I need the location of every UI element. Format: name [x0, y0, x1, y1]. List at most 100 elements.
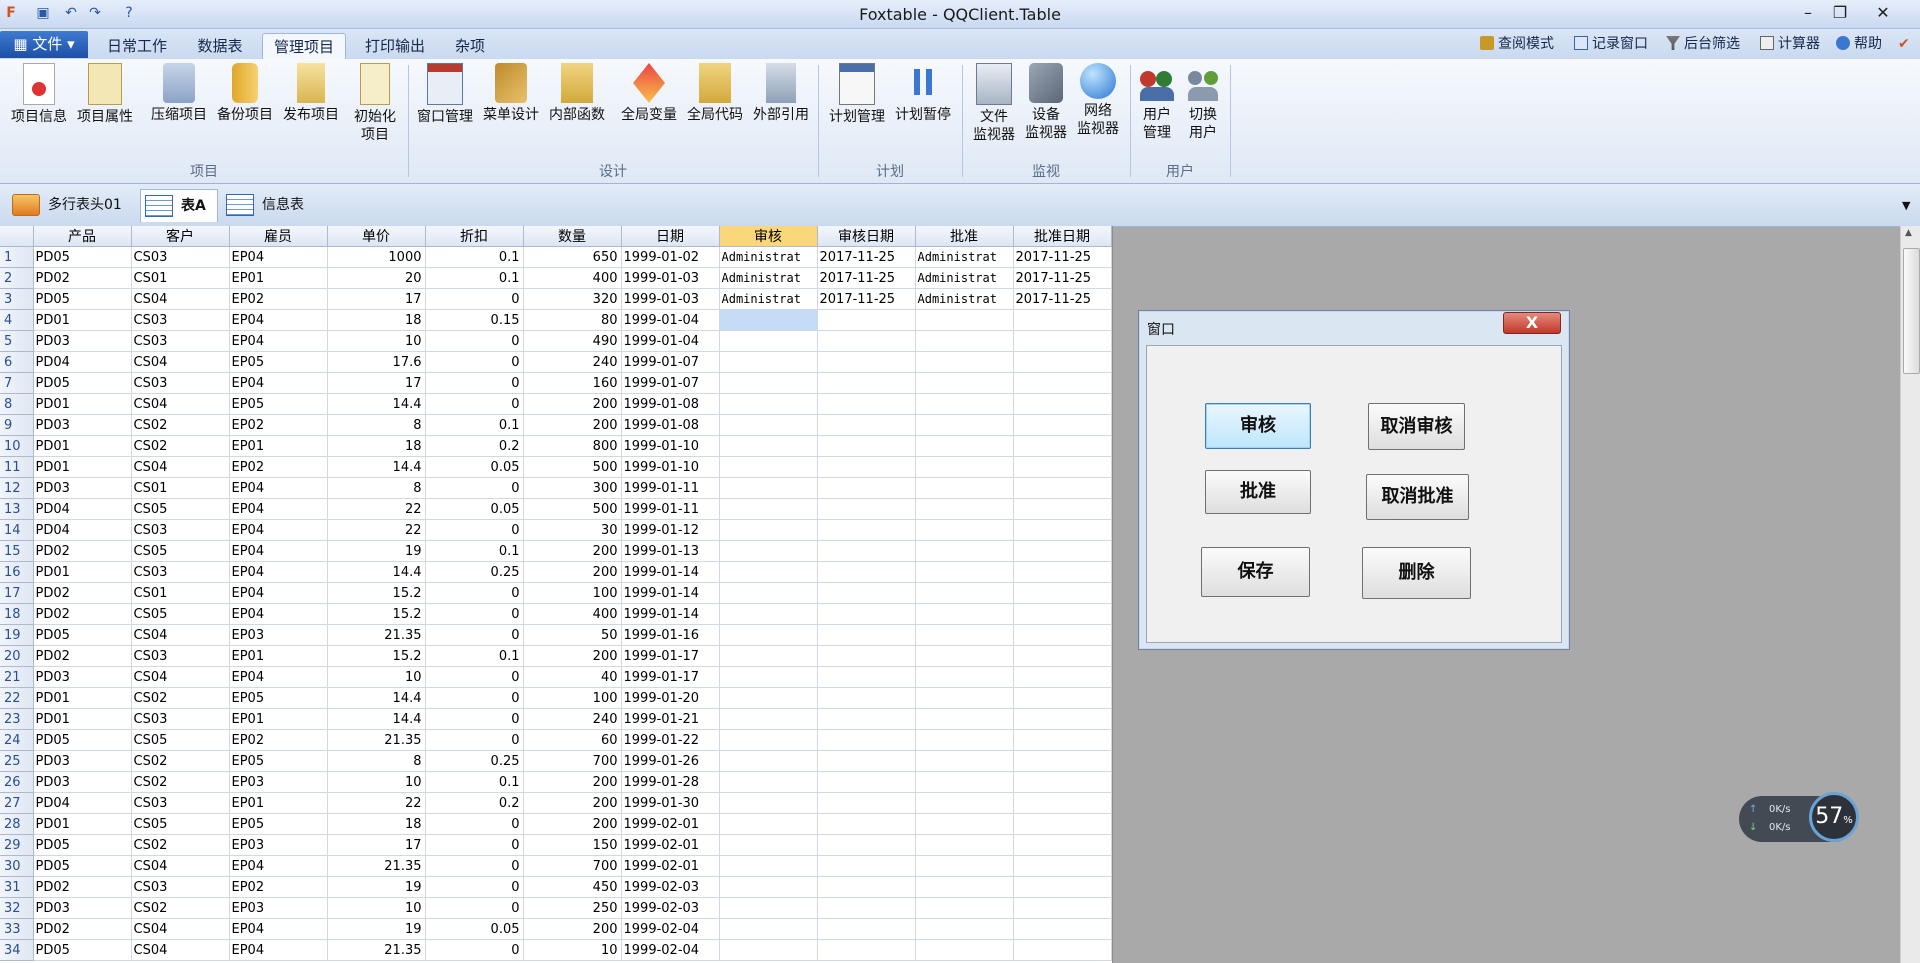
table-cell[interactable]: EP05: [229, 750, 328, 772]
table-cell[interactable]: EP03: [229, 834, 328, 856]
table-cell[interactable]: 22: [327, 519, 426, 541]
maximize-button[interactable]: ❐: [1825, 2, 1855, 24]
table-cell[interactable]: 10: [523, 939, 622, 961]
table-row[interactable]: 18 PD02 CS05 EP04 15.2 0 400 1999-01-14: [0, 603, 1112, 625]
row-number[interactable]: 16: [0, 561, 34, 583]
table-row[interactable]: 11 PD01 CS04 EP02 14.4 0.05 500 1999-01-10: [0, 456, 1112, 478]
table-cell[interactable]: EP04: [229, 561, 328, 583]
table-cell[interactable]: 1999-01-26: [621, 750, 720, 772]
table-cell[interactable]: [719, 624, 818, 646]
doc-tab-info-table[interactable]: 信息表: [222, 189, 304, 221]
row-number[interactable]: 28: [0, 813, 34, 835]
minimize-button[interactable]: –: [1793, 2, 1823, 24]
backup-project-button[interactable]: 备份项目: [212, 63, 278, 124]
table-cell[interactable]: [1013, 498, 1112, 520]
table-cell[interactable]: [719, 918, 818, 940]
table-cell[interactable]: CS03: [131, 792, 230, 814]
table-cell[interactable]: [1013, 939, 1112, 961]
table-cell[interactable]: CS05: [131, 729, 230, 751]
table-cell[interactable]: EP04: [229, 246, 328, 268]
table-cell[interactable]: 0.05: [425, 498, 524, 520]
close-button[interactable]: ✕: [1868, 2, 1898, 24]
table-cell[interactable]: CS04: [131, 624, 230, 646]
row-number[interactable]: 5: [0, 330, 34, 352]
table-cell[interactable]: 17: [327, 288, 426, 310]
table-row[interactable]: 22 PD01 CS02 EP05 14.4 0 100 1999-01-20: [0, 687, 1112, 709]
init-project-button[interactable]: 初始化 项目: [346, 63, 404, 144]
table-cell[interactable]: [817, 708, 916, 730]
table-cell[interactable]: [817, 372, 916, 394]
column-header[interactable]: 产品: [33, 226, 132, 247]
save-button[interactable]: 保存: [1201, 547, 1310, 597]
table-cell[interactable]: [817, 897, 916, 919]
table-cell[interactable]: EP01: [229, 645, 328, 667]
table-cell[interactable]: [719, 792, 818, 814]
tab-print-output[interactable]: 打印输出: [356, 33, 434, 59]
table-cell[interactable]: [915, 603, 1014, 625]
table-row[interactable]: 23 PD01 CS03 EP01 14.4 0 240 1999-01-21: [0, 708, 1112, 730]
table-cell[interactable]: 19: [327, 876, 426, 898]
table-cell[interactable]: [1013, 792, 1112, 814]
table-cell[interactable]: [1013, 876, 1112, 898]
table-cell[interactable]: EP04: [229, 372, 328, 394]
table-cell[interactable]: [1013, 351, 1112, 373]
table-cell[interactable]: [915, 351, 1014, 373]
table-cell[interactable]: [817, 771, 916, 793]
table-cell[interactable]: 490: [523, 330, 622, 352]
table-cell[interactable]: EP04: [229, 330, 328, 352]
table-cell[interactable]: EP02: [229, 288, 328, 310]
table-cell[interactable]: EP05: [229, 813, 328, 835]
tab-daily-work[interactable]: 日常工作: [98, 33, 176, 59]
table-cell[interactable]: [817, 834, 916, 856]
table-cell[interactable]: [1013, 918, 1112, 940]
table-cell[interactable]: CS01: [131, 477, 230, 499]
table-cell[interactable]: 300: [523, 477, 622, 499]
table-cell[interactable]: 1999-01-14: [621, 603, 720, 625]
table-cell[interactable]: 1999-01-04: [621, 330, 720, 352]
table-cell[interactable]: [915, 813, 1014, 835]
calculator-button[interactable]: 计算器: [1760, 34, 1820, 54]
table-cell[interactable]: PD05: [33, 372, 132, 394]
table-cell[interactable]: [1013, 771, 1112, 793]
table-cell[interactable]: [915, 729, 1014, 751]
table-cell[interactable]: PD02: [33, 267, 132, 289]
table-cell[interactable]: 17: [327, 834, 426, 856]
window-manager-button[interactable]: 窗口管理: [412, 63, 478, 126]
table-cell[interactable]: CS03: [131, 645, 230, 667]
table-cell[interactable]: [719, 771, 818, 793]
table-cell[interactable]: [1013, 519, 1112, 541]
table-cell[interactable]: [915, 792, 1014, 814]
table-cell[interactable]: [719, 750, 818, 772]
table-cell[interactable]: [817, 456, 916, 478]
table-cell[interactable]: 200: [523, 792, 622, 814]
table-cell[interactable]: 15.2: [327, 603, 426, 625]
table-cell[interactable]: 200: [523, 414, 622, 436]
row-number[interactable]: 2: [0, 267, 34, 289]
table-cell[interactable]: 0: [425, 477, 524, 499]
table-cell[interactable]: CS04: [131, 918, 230, 940]
table-cell[interactable]: 2017-11-25: [1013, 246, 1112, 268]
table-cell[interactable]: 1999-02-01: [621, 855, 720, 877]
table-cell[interactable]: PD01: [33, 456, 132, 478]
table-cell[interactable]: 15.2: [327, 582, 426, 604]
table-cell[interactable]: 0: [425, 687, 524, 709]
table-cell[interactable]: PD03: [33, 330, 132, 352]
table-cell[interactable]: [1013, 540, 1112, 562]
plan-manager-button[interactable]: 计划管理: [824, 63, 890, 126]
table-cell[interactable]: 400: [523, 267, 622, 289]
table-cell[interactable]: [719, 834, 818, 856]
table-cell[interactable]: 14.4: [327, 687, 426, 709]
table-cell[interactable]: [1013, 813, 1112, 835]
table-cell[interactable]: 1999-02-04: [621, 918, 720, 940]
table-cell[interactable]: 0.1: [425, 267, 524, 289]
table-cell[interactable]: Administrat: [915, 288, 1014, 310]
table-cell[interactable]: 1999-01-08: [621, 393, 720, 415]
table-cell[interactable]: CS03: [131, 561, 230, 583]
row-number[interactable]: 4: [0, 309, 34, 331]
row-number[interactable]: 29: [0, 834, 34, 856]
table-cell[interactable]: Administrat: [915, 246, 1014, 268]
table-cell[interactable]: [817, 519, 916, 541]
table-cell[interactable]: [817, 687, 916, 709]
row-number[interactable]: 6: [0, 351, 34, 373]
table-row[interactable]: 12 PD03 CS01 EP04 8 0 300 1999-01-11: [0, 477, 1112, 499]
